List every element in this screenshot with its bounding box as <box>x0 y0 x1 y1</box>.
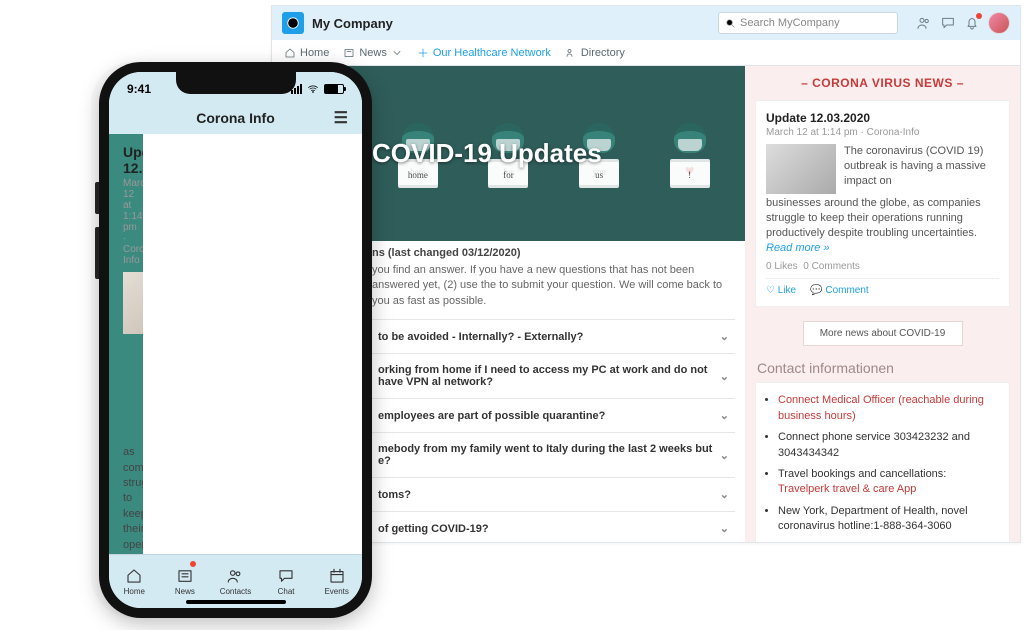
contact-item: Travel bookings and cancellations: Trave… <box>778 467 999 498</box>
contact-list: Connect Medical Officer (reachable durin… <box>755 382 1010 542</box>
sidebar-card-meta: March 12 at 1:14 pm · Corona-Info <box>766 127 999 138</box>
logo-icon <box>282 12 304 34</box>
sidebar-card-text: The coronavirus (COVID 19) outbreak is h… <box>844 144 999 194</box>
faq-item[interactable]: mebody from my family went to Italy duri… <box>372 432 735 477</box>
avatar[interactable] <box>988 12 1010 34</box>
contact-item: Connect Medical Officer (reachable durin… <box>778 393 999 424</box>
wifi-icon <box>306 83 320 95</box>
read-more-link[interactable]: Read more » <box>766 242 830 254</box>
brand-title: My Company <box>312 16 393 31</box>
post-card: Update 12.03.2020 March 12 at 1:14 pm · … <box>109 134 143 554</box>
nav-healthcare[interactable]: Our Healthcare Network <box>417 47 551 59</box>
titlebar: My Company Search MyCompany <box>272 6 1020 40</box>
contact-item: New York, Department of Health, novel co… <box>778 504 999 535</box>
comment-button[interactable]: 💬 Comment <box>810 285 869 296</box>
like-button[interactable]: ♡ Like <box>766 285 796 296</box>
chevron-down-icon: ⌄ <box>720 370 729 383</box>
faq-item[interactable]: of getting COVID-19?⌄ <box>372 511 735 542</box>
battery-icon <box>324 84 344 94</box>
contact-link[interactable]: Travelperk travel & care App <box>778 483 916 495</box>
sidebar: – CORONA VIRUS NEWS – Update 12.03.2020 … <box>745 66 1020 542</box>
desktop-window: My Company Search MyCompany Home News Ou… <box>271 5 1021 543</box>
chevron-down-icon <box>391 47 403 59</box>
post-title: Update 12.03.2020 <box>123 144 129 176</box>
search-input[interactable]: Search MyCompany <box>718 12 898 34</box>
faq-item[interactable]: employees are part of possible quarantin… <box>372 398 735 432</box>
home-indicator[interactable] <box>186 600 286 604</box>
sidebar-banner: – CORONA VIRUS NEWS – <box>755 76 1010 90</box>
hero-title: COVID-19 Updates <box>372 138 745 169</box>
sidebar-news-card[interactable]: Update 12.03.2020 March 12 at 1:14 pm · … <box>755 100 1010 307</box>
phone-header: Corona Info ☰ <box>109 106 362 134</box>
faq-subtext: you find an answer. If you have a new qu… <box>372 263 735 309</box>
tab-events[interactable]: Events <box>311 555 362 608</box>
chevron-down-icon: ⌄ <box>720 330 729 343</box>
chevron-down-icon: ⌄ <box>720 449 729 462</box>
chevron-down-icon: ⌄ <box>720 488 729 501</box>
sidebar-card-title: Update 12.03.2020 <box>766 111 999 125</box>
people-icon[interactable] <box>916 15 932 31</box>
faq-item[interactable]: orking from home if I need to access my … <box>372 353 735 398</box>
sidebar-card-image <box>766 144 836 194</box>
faq-item[interactable]: toms?⌄ <box>372 477 735 511</box>
status-time: 9:41 <box>127 82 151 96</box>
notch <box>176 72 296 94</box>
nav-directory[interactable]: Directory <box>565 47 625 59</box>
contact-header: Contact informationen <box>757 360 1008 376</box>
search-placeholder: Search MyCompany <box>740 17 840 29</box>
titlebar-actions <box>916 12 1010 34</box>
phone-screen: 9:41 Corona Info ☰ Update 12.03.2020 Mar… <box>109 72 362 608</box>
menu-icon[interactable]: ☰ <box>334 108 348 128</box>
chevron-down-icon: ⌄ <box>720 522 729 535</box>
post-meta: March 12 at 1:14 pm · Corona Info <box>123 178 129 266</box>
navbar: Home News Our Healthcare Network Directo… <box>272 40 1020 66</box>
post-image <box>123 272 143 334</box>
bell-icon[interactable] <box>964 15 980 31</box>
nav-home[interactable]: Home <box>284 47 329 59</box>
nav-news[interactable]: News <box>343 47 403 59</box>
contact-item: Connect phone service 303423232 and 3043… <box>778 430 999 461</box>
chat-icon[interactable] <box>940 15 956 31</box>
faq-header: ns (last changed 03/12/2020) <box>372 247 735 259</box>
faq-item[interactable]: to be avoided - Internally? - Externally… <box>372 319 735 353</box>
contact-link[interactable]: Connect Medical Officer (reachable durin… <box>778 394 984 421</box>
more-news-button[interactable]: More news about COVID-19 <box>803 321 963 346</box>
tab-home[interactable]: Home <box>109 555 160 608</box>
phone-frame: 9:41 Corona Info ☰ Update 12.03.2020 Mar… <box>99 62 372 618</box>
chevron-down-icon: ⌄ <box>720 409 729 422</box>
